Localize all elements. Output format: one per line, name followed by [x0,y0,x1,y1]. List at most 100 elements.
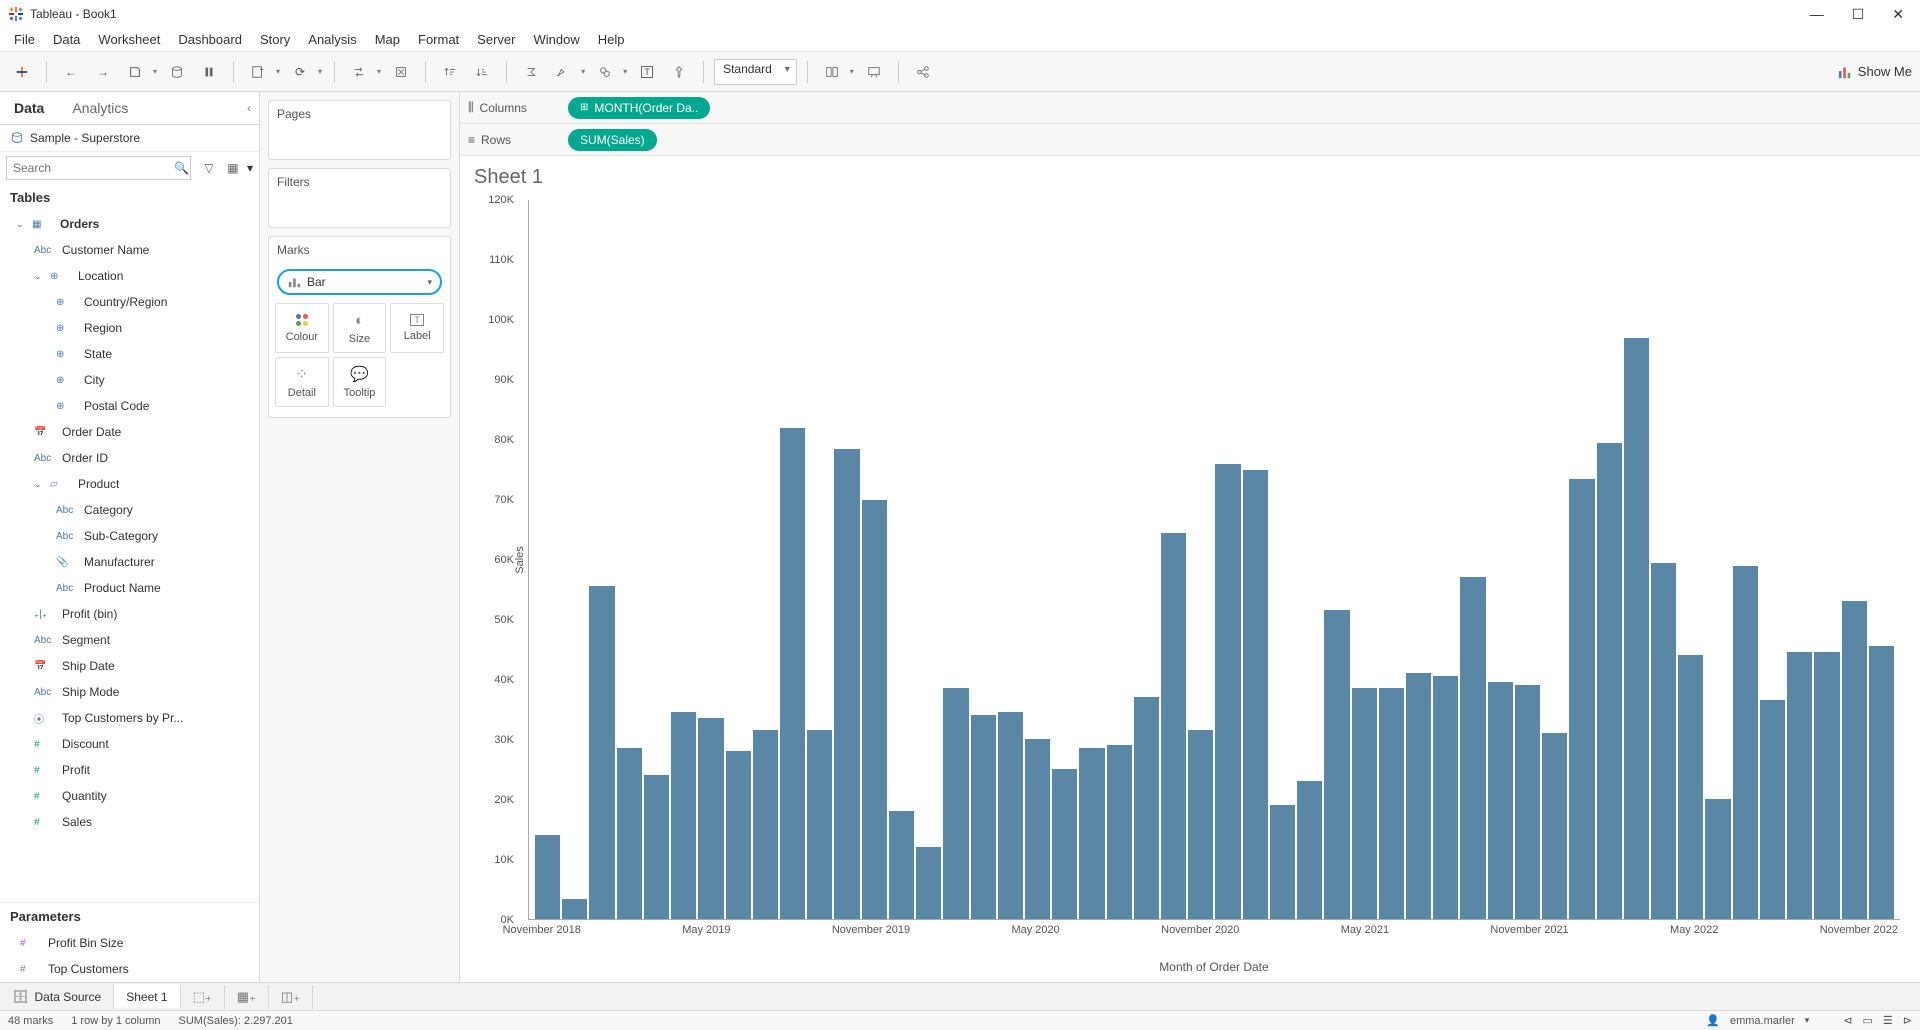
bar[interactable] [617,748,642,919]
bar[interactable] [1052,769,1077,919]
fit-dropdown[interactable]: Standard [714,59,797,85]
filmstrip-list-icon[interactable]: ☰ [1883,1014,1893,1027]
chart[interactable]: Sales [528,200,1900,920]
datasource-row[interactable]: Sample - Superstore [0,125,259,152]
search-input[interactable] [6,156,191,180]
show-hide-cards-button[interactable] [818,58,846,86]
bar[interactable] [943,688,968,919]
field-location[interactable]: ⌄⊕Location [0,263,259,289]
menu-story[interactable]: Story [252,30,298,49]
bar[interactable] [698,718,723,919]
bar[interactable] [589,586,614,919]
bar[interactable] [1161,533,1186,919]
table-orders[interactable]: ⌄▦Orders [0,211,259,237]
bar[interactable] [1760,700,1785,919]
close-button[interactable]: ✕ [1892,6,1904,23]
view-as-icon[interactable]: ▦ [223,161,243,175]
new-data-source-button[interactable] [163,58,191,86]
param-top-customers[interactable]: #Top Customers [0,956,259,982]
bar[interactable] [1678,655,1703,919]
bar[interactable] [1025,739,1050,919]
menu-data[interactable]: Data [45,30,88,49]
tab-data-source[interactable]: 🗄Data Source [0,985,114,1009]
field-region[interactable]: ⊕Region [0,315,259,341]
sheet-title[interactable]: Sheet 1 [474,166,1900,189]
undo-button[interactable]: ← [57,58,85,86]
user-caret[interactable]: ▾ [1805,1015,1810,1026]
menu-server[interactable]: Server [469,30,523,49]
filmstrip-next-icon[interactable]: ⊳ [1903,1014,1912,1027]
bar[interactable] [807,730,832,919]
field-product[interactable]: ⌄▱Product [0,471,259,497]
field-order-id[interactable]: AbcOrder ID [0,445,259,471]
sort-desc-button[interactable] [468,58,496,86]
bar[interactable] [1842,601,1867,919]
bar[interactable] [726,751,751,919]
pane-collapse-button[interactable]: ‹ [239,97,259,119]
cards-caret[interactable]: ▾ [848,67,856,76]
field-ship-date[interactable]: 📅Ship Date [0,653,259,679]
menu-help[interactable]: Help [590,30,633,49]
new-worksheet-caret[interactable]: ▾ [274,67,282,76]
bar[interactable] [1352,688,1377,919]
bar[interactable] [1297,781,1322,919]
field-state[interactable]: ⊕State [0,341,259,367]
field-top-customers[interactable]: ⦿Top Customers by Pr... [0,705,259,731]
bar[interactable] [562,899,587,919]
show-me-button[interactable]: Show Me [1838,64,1912,79]
bar[interactable] [1624,338,1649,919]
bar[interactable] [1733,566,1758,920]
clear-sheet-button[interactable] [387,58,415,86]
tooltip-button[interactable]: 💬Tooltip [333,357,387,407]
field-manufacturer[interactable]: 📎Manufacturer [0,549,259,575]
menu-analysis[interactable]: Analysis [300,30,364,49]
bar[interactable] [998,712,1023,919]
field-product-name[interactable]: AbcProduct Name [0,575,259,601]
field-order-date[interactable]: 📅Order Date [0,419,259,445]
totals-button[interactable] [517,58,545,86]
mark-type-dropdown[interactable]: Bar ▾ [277,269,442,295]
highlight-button[interactable] [549,58,577,86]
bar[interactable] [1079,748,1104,919]
field-postal-code[interactable]: ⊕Postal Code [0,393,259,419]
group-caret[interactable]: ▾ [621,67,629,76]
bar[interactable] [644,775,669,919]
bar[interactable] [971,715,996,919]
field-sales[interactable]: #Sales [0,809,259,835]
field-country-region[interactable]: ⊕Country/Region [0,289,259,315]
label-button[interactable]: TLabel [390,303,444,353]
bar[interactable] [1488,682,1513,919]
minimize-button[interactable]: — [1810,6,1824,23]
bar[interactable] [1787,652,1812,919]
presentation-mode-button[interactable] [860,58,888,86]
field-profit[interactable]: #Profit [0,757,259,783]
menu-map[interactable]: Map [367,30,408,49]
bar[interactable] [1406,673,1431,919]
field-sub-category[interactable]: AbcSub-Category [0,523,259,549]
status-user[interactable]: emma.marler [1730,1015,1795,1027]
field-segment[interactable]: AbcSegment [0,627,259,653]
highlight-caret[interactable]: ▾ [579,67,587,76]
menu-file[interactable]: File [6,30,43,49]
filters-shelf[interactable]: Filters [268,168,451,228]
field-city[interactable]: ⊕City [0,367,259,393]
bar[interactable] [1324,610,1349,919]
maximize-button[interactable]: ☐ [1852,6,1865,23]
bar[interactable] [1542,733,1567,919]
pin-button[interactable] [665,58,693,86]
refresh-button[interactable]: ⟳ [286,58,314,86]
bar[interactable] [753,730,778,919]
tableau-logo-button[interactable] [8,58,36,86]
bar[interactable] [1379,688,1404,919]
bar[interactable] [862,500,887,919]
menu-window[interactable]: Window [525,30,587,49]
new-worksheet-tab[interactable]: ⬚₊ [181,985,225,1009]
bar[interactable] [671,712,696,919]
bar[interactable] [1651,563,1676,920]
view-as-caret[interactable]: ▾ [247,161,253,175]
bar[interactable] [1515,685,1540,919]
pages-shelf[interactable]: Pages [268,100,451,160]
bar[interactable] [1814,652,1839,919]
sort-asc-button[interactable] [436,58,464,86]
bar[interactable] [889,811,914,919]
